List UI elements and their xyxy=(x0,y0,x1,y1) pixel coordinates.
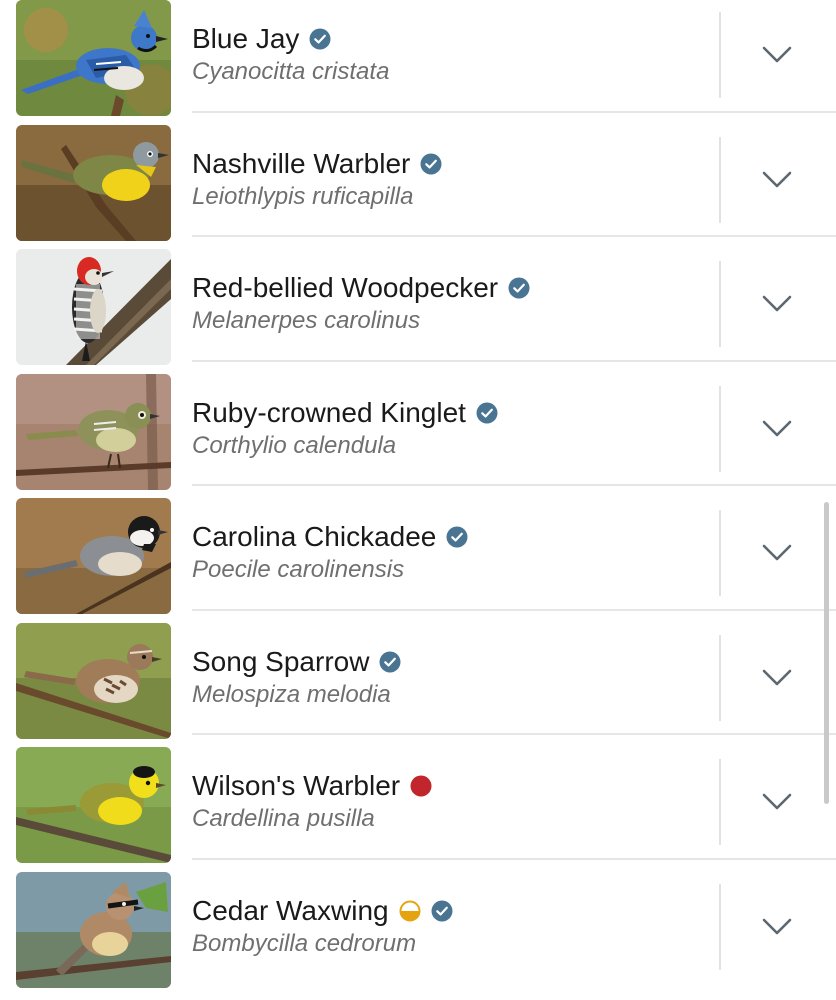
common-name: Wilson's Warbler xyxy=(192,770,401,801)
species-row-ruby-crowned-kinglet[interactable]: Ruby-crowned Kinglet Corthylio calendula xyxy=(0,362,836,490)
vertical-divider xyxy=(719,510,721,596)
scientific-name: Melanerpes carolinus xyxy=(192,307,421,334)
vertical-divider xyxy=(719,883,721,970)
song-sparrow-photo-image xyxy=(16,622,171,739)
scientific-name: Poecile carolinensis xyxy=(192,556,405,583)
chevron-down-icon xyxy=(762,420,792,436)
expand-button[interactable] xyxy=(750,407,804,451)
scientific-name: Cardellina pusilla xyxy=(192,805,375,832)
wilsons-warbler-photo[interactable] xyxy=(16,747,171,863)
expand-button[interactable] xyxy=(750,656,804,700)
vertical-divider xyxy=(719,634,721,721)
species-text: Carolina Chickadee Poecile carolinensis xyxy=(192,520,702,585)
common-name: Song Sparrow xyxy=(192,645,370,677)
species-text: Blue Jay Cyanocitta cristata xyxy=(192,22,702,87)
chevron-down-icon xyxy=(762,46,792,63)
scientific-name: Melospiza melodia xyxy=(192,680,391,708)
vertical-divider xyxy=(719,136,721,223)
expand-button[interactable] xyxy=(750,282,804,326)
species-text: Ruby-crowned Kinglet Corthylio calendula xyxy=(192,396,702,461)
red-dot-icon xyxy=(410,775,432,797)
cedar-waxwing-photo-image xyxy=(16,871,171,988)
half-circle-icon xyxy=(399,900,421,922)
species-row-wilsons-warbler[interactable]: Wilson's Warbler Cardellina pusilla xyxy=(0,735,836,863)
species-text: Cedar Waxwing Bombycilla cedrorum xyxy=(192,894,702,959)
blue-jay-photo[interactable] xyxy=(16,0,171,116)
expand-button[interactable] xyxy=(750,780,804,824)
scientific-name: Leiothlypis ruficapilla xyxy=(192,182,414,210)
red-bellied-woodpecker-photo[interactable] xyxy=(16,249,171,365)
nashville-warbler-photo[interactable] xyxy=(16,124,171,241)
expand-button[interactable] xyxy=(750,33,804,77)
verified-icon xyxy=(446,526,468,548)
vertical-divider xyxy=(719,759,721,845)
chevron-down-icon xyxy=(762,669,792,685)
common-name: Blue Jay xyxy=(192,23,300,54)
cedar-waxwing-photo[interactable] xyxy=(16,871,171,988)
common-name-line: Nashville Warbler xyxy=(192,147,702,181)
verified-icon xyxy=(420,153,442,175)
vertical-divider xyxy=(719,385,721,472)
verified-icon xyxy=(431,900,453,922)
vertical-divider xyxy=(719,261,721,347)
scientific-name: Cyanocitta cristata xyxy=(192,58,390,85)
common-name: Nashville Warbler xyxy=(192,147,411,179)
wilsons-warbler-photo-image xyxy=(16,747,171,863)
chevron-down-icon xyxy=(762,793,792,810)
scientific-name: Bombycilla cedrorum xyxy=(192,929,417,957)
species-text: Red-bellied Woodpecker Melanerpes caroli… xyxy=(192,271,702,336)
blue-jay-photo-image xyxy=(16,0,171,116)
species-row-song-sparrow[interactable]: Song Sparrow Melospiza melodia xyxy=(0,611,836,739)
common-name-line: Ruby-crowned Kinglet xyxy=(192,396,702,430)
species-row-cedar-waxwing[interactable]: Cedar Waxwing Bombycilla cedrorum xyxy=(0,860,836,988)
expand-button[interactable] xyxy=(750,905,804,949)
carolina-chickadee-photo-image xyxy=(16,498,171,614)
ruby-crowned-kinglet-photo-image xyxy=(16,373,171,490)
verified-icon xyxy=(508,277,530,299)
species-row-carolina-chickadee[interactable]: Carolina Chickadee Poecile carolinensis xyxy=(0,486,836,614)
species-row-red-bellied-woodpecker[interactable]: Red-bellied Woodpecker Melanerpes caroli… xyxy=(0,237,836,365)
song-sparrow-photo[interactable] xyxy=(16,622,171,739)
ruby-crowned-kinglet-photo[interactable] xyxy=(16,373,171,490)
common-name: Red-bellied Woodpecker xyxy=(192,272,499,303)
nashville-warbler-photo-image xyxy=(16,124,171,241)
chevron-down-icon xyxy=(762,918,792,934)
red-bellied-woodpecker-photo-image xyxy=(16,249,171,365)
chevron-down-icon xyxy=(762,171,792,187)
common-name-line: Cedar Waxwing xyxy=(192,894,702,928)
verified-icon xyxy=(379,651,401,673)
species-text: Song Sparrow Melospiza melodia xyxy=(192,645,702,710)
expand-button[interactable] xyxy=(750,531,804,575)
scientific-name: Corthylio calendula xyxy=(192,431,397,459)
verified-icon xyxy=(309,28,331,50)
chevron-down-icon xyxy=(762,544,792,561)
common-name-line: Carolina Chickadee xyxy=(192,520,702,554)
common-name-line: Blue Jay xyxy=(192,22,702,56)
species-list: Blue Jay Cyanocitta cristata Nashville W… xyxy=(0,0,836,988)
verified-icon xyxy=(476,402,498,424)
expand-button[interactable] xyxy=(750,158,804,202)
species-text: Nashville Warbler Leiothlypis ruficapill… xyxy=(192,147,702,212)
chevron-down-icon xyxy=(762,295,792,312)
species-row-nashville-warbler[interactable]: Nashville Warbler Leiothlypis ruficapill… xyxy=(0,113,836,241)
species-row-blue-jay[interactable]: Blue Jay Cyanocitta cristata xyxy=(0,0,836,116)
common-name: Ruby-crowned Kinglet xyxy=(192,396,466,428)
common-name-line: Song Sparrow xyxy=(192,645,702,679)
common-name: Cedar Waxwing xyxy=(192,894,389,926)
common-name: Carolina Chickadee xyxy=(192,521,437,552)
species-text: Wilson's Warbler Cardellina pusilla xyxy=(192,769,702,834)
common-name-line: Red-bellied Woodpecker xyxy=(192,271,702,305)
common-name-line: Wilson's Warbler xyxy=(192,769,702,803)
vertical-divider xyxy=(719,12,721,98)
carolina-chickadee-photo[interactable] xyxy=(16,498,171,614)
scrollbar[interactable] xyxy=(824,502,829,804)
